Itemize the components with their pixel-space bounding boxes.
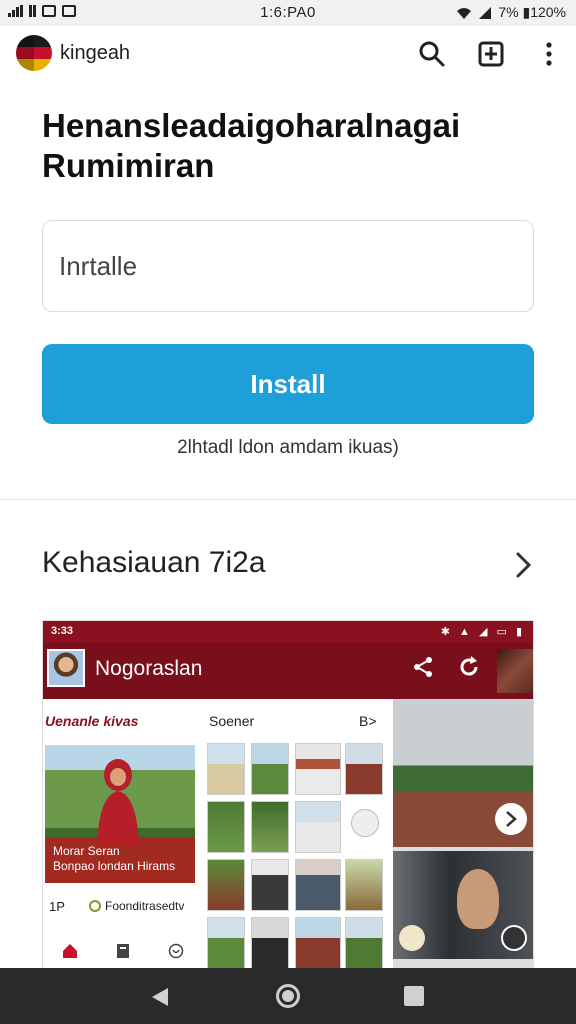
screenshot-preview[interactable]: 3:33 ✱ ▲ ◢ ▭ ▮ Nogoraslan Uenanle kivas … (42, 620, 534, 970)
gallery-tile (345, 859, 383, 911)
page-title-line2: Rumimiran (42, 147, 215, 184)
preview-mid-label: Soener (209, 713, 255, 729)
chevron-right-icon (495, 803, 527, 835)
preview-status-time: 3:33 (51, 625, 74, 637)
install-caption: 2lhtadl ldon amdam ikuas) (177, 437, 399, 458)
input-placeholder: Inrtalle (59, 251, 138, 281)
divider (0, 499, 576, 500)
back-icon[interactable] (150, 986, 170, 1008)
gallery-tile (251, 917, 289, 969)
text-input-field[interactable]: Inrtalle (42, 220, 534, 312)
section-title[interactable]: Kehasiauan 7i2a (42, 546, 266, 580)
person-face (457, 869, 499, 929)
camera-icon (399, 925, 425, 951)
play-icon (351, 809, 379, 837)
gallery-tile (251, 859, 289, 911)
app-bar: kingeah (0, 26, 576, 84)
gallery-tile (207, 743, 245, 795)
chevron-right-icon[interactable] (508, 548, 538, 582)
preview-bottom-nav (43, 931, 203, 969)
system-nav-bar (0, 968, 576, 1024)
preview-meta-count: 1P (49, 899, 65, 914)
page-title-line1: Henansleadaigoharalnagai (42, 107, 461, 144)
gallery-tile (345, 743, 383, 795)
preview-left-panel: Uenanle kivas Morar Seran Bonpao londan … (43, 699, 203, 969)
heart-icon (169, 943, 184, 959)
gallery-tile (295, 743, 341, 795)
status-bar: 1:6:PA0 7% ▮120% (0, 0, 576, 26)
avatar (47, 649, 85, 687)
preview-meta-text: Foonditrasedtv (105, 899, 185, 913)
person-figure (97, 759, 139, 845)
preview-middle-panel: Soener B> (203, 699, 393, 969)
preview-mid-label-right: B> (359, 713, 377, 729)
gallery-tile (295, 859, 341, 911)
home-icon (62, 944, 77, 958)
gallery-tile (295, 801, 341, 853)
preview-status-bar: 3:33 ✱ ▲ ◢ ▭ ▮ (43, 621, 533, 643)
share-icon (414, 657, 432, 677)
band-line2: Bonpao londan Hirams (53, 859, 176, 873)
download-icon[interactable] (475, 38, 507, 70)
search-icon[interactable] (416, 38, 448, 70)
recents-icon[interactable] (404, 986, 424, 1006)
app-logo (16, 35, 52, 71)
gallery-tile (207, 917, 245, 969)
gallery-tile (251, 743, 289, 795)
preview-status-icons: ✱ ▲ ◢ ▭ ▮ (440, 626, 525, 638)
battery-text: 7% ▮120% (498, 4, 566, 20)
gallery-tile (251, 801, 289, 853)
wifi-icon (457, 7, 472, 19)
gallery-tile (207, 859, 245, 911)
page-title: Henansleadaigoharalnagai Rumimiran (42, 106, 542, 186)
book-icon (116, 944, 129, 958)
preview-left-label: Uenanle kivas (45, 713, 139, 729)
preview-caption-band: Morar Seran Bonpao londan Hirams (45, 837, 195, 883)
preview-app-bar: Nogoraslan (43, 643, 533, 699)
gallery-tile (295, 917, 341, 969)
preview-meta: Foonditrasedtv (89, 899, 184, 913)
gallery-tile (345, 917, 383, 969)
gallery-tile (207, 801, 245, 853)
more-vert-icon[interactable] (533, 38, 565, 70)
cell-signal-icon (479, 6, 492, 19)
refresh-icon (460, 656, 478, 676)
status-right: 7% ▮120% (456, 4, 566, 21)
preview-app-title: Nogoraslan (95, 657, 203, 680)
home-button-icon[interactable] (276, 984, 300, 1008)
preview-right-panel (393, 699, 533, 969)
app-name: kingeah (60, 42, 131, 64)
preview-thumbnail (497, 649, 533, 693)
band-line1: Morar Seran (53, 844, 120, 858)
install-button[interactable]: Install (42, 344, 534, 424)
circle-icon (89, 900, 101, 912)
refresh-icon (501, 925, 527, 951)
